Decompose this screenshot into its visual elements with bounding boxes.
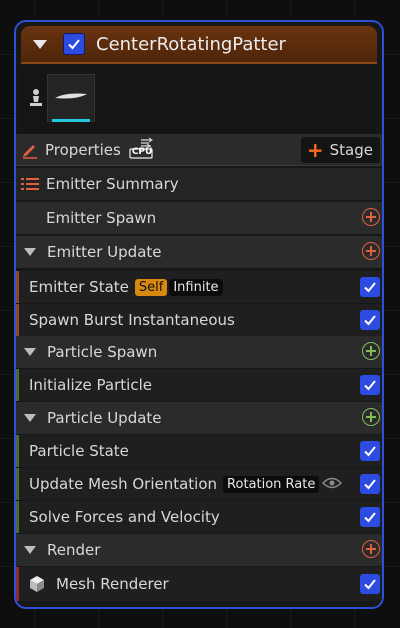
emitter-update-label: Emitter Update (47, 243, 162, 261)
properties-label: Properties (45, 140, 121, 159)
particle-update-row[interactable]: Particle Update (16, 402, 382, 434)
emitter-state-label: Emitter State (29, 278, 129, 296)
update-mesh-orientation-row[interactable]: Update Mesh Orientation Rotation Rate (16, 468, 382, 500)
collapse-arrow-icon[interactable] (24, 248, 36, 256)
initialize-particle-label: Initialize Particle (29, 376, 152, 394)
collapse-arrow-icon[interactable] (24, 414, 36, 422)
checkmark-icon (364, 315, 376, 326)
add-stage-button[interactable]: + Stage (300, 137, 380, 163)
stage-label: Stage (329, 141, 373, 159)
particle-state-checkbox[interactable] (360, 441, 380, 461)
emitter-spawn-label: Emitter Spawn (46, 209, 157, 227)
collapse-arrow-icon[interactable] (24, 348, 36, 356)
checkmark-icon (364, 282, 376, 293)
initialize-particle-checkbox[interactable] (360, 375, 380, 395)
collapse-arrow-icon[interactable] (33, 39, 47, 49)
emitter-state-checkbox[interactable] (360, 277, 380, 297)
list-icon (21, 178, 39, 190)
particle-spawn-label: Particle Spawn (47, 343, 158, 361)
cpu-label: CPU (131, 146, 153, 157)
rotation-rate-badge: Rotation Rate (223, 475, 320, 493)
add-particle-spawn-icon[interactable] (362, 342, 380, 360)
render-label: Render (47, 541, 101, 559)
mesh-renderer-checkbox[interactable] (360, 574, 380, 594)
emitter-enabled-checkbox[interactable] (63, 33, 85, 55)
mesh-preview-icon (55, 93, 87, 99)
emitter-summary-label: Emitter Summary (46, 175, 179, 193)
infinite-badge: Infinite (169, 278, 223, 296)
initialize-particle-row[interactable]: Initialize Particle (16, 369, 382, 401)
emitter-spawn-row[interactable]: Emitter Spawn (16, 202, 382, 234)
add-emitter-spawn-icon[interactable] (362, 208, 380, 226)
emitter-header[interactable]: CenterRotatingPatter (21, 26, 377, 64)
mesh-renderer-label: Mesh Renderer (56, 575, 169, 593)
eye-icon[interactable] (322, 477, 342, 489)
add-renderer-icon[interactable] (362, 540, 380, 558)
mesh-renderer-row[interactable]: Mesh Renderer (16, 567, 382, 601)
render-row[interactable]: Render (16, 534, 382, 566)
add-particle-update-icon[interactable] (362, 408, 380, 426)
cube-icon (30, 576, 44, 592)
checkmark-icon (364, 579, 376, 590)
pin-icon[interactable] (29, 88, 43, 108)
thumbnail-accent (52, 119, 90, 122)
particle-state-row[interactable]: Particle State (16, 435, 382, 467)
solve-forces-label: Solve Forces and Velocity (29, 508, 220, 526)
thumbnail-area (21, 66, 377, 136)
particle-spawn-row[interactable]: Particle Spawn (16, 336, 382, 368)
spawn-burst-row[interactable]: Spawn Burst Instantaneous (16, 304, 382, 336)
properties-row[interactable]: Properties CPU + Stage (16, 134, 382, 166)
emitter-title: CenterRotatingPatter (96, 33, 286, 55)
self-badge: Self (134, 278, 168, 296)
checkmark-icon (364, 446, 376, 457)
pencil-icon (23, 144, 37, 159)
emitter-node[interactable]: CenterRotatingPatter Properties CPU + St… (14, 20, 384, 609)
collapse-arrow-icon[interactable] (24, 546, 36, 554)
emitter-thumbnail[interactable] (47, 74, 95, 122)
update-mesh-orientation-checkbox[interactable] (360, 474, 380, 494)
checkmark-icon (364, 512, 376, 523)
update-mesh-orientation-label: Update Mesh Orientation (29, 475, 218, 493)
checkmark-icon (364, 479, 376, 490)
solve-forces-row[interactable]: Solve Forces and Velocity (16, 501, 382, 533)
particle-state-label: Particle State (29, 442, 129, 460)
checkmark-icon (364, 380, 376, 391)
spawn-burst-checkbox[interactable] (360, 310, 380, 330)
emitter-state-row[interactable]: Emitter State Self Infinite (16, 271, 382, 303)
solve-forces-checkbox[interactable] (360, 507, 380, 527)
cpu-icon: CPU (129, 137, 155, 163)
emitter-update-row[interactable]: Emitter Update (16, 236, 382, 268)
particle-update-label: Particle Update (47, 409, 162, 427)
add-emitter-update-icon[interactable] (362, 242, 380, 260)
plus-icon: + (306, 138, 324, 162)
checkmark-icon (68, 39, 80, 50)
emitter-summary-row[interactable]: Emitter Summary (16, 168, 382, 200)
spawn-burst-label: Spawn Burst Instantaneous (29, 311, 235, 329)
